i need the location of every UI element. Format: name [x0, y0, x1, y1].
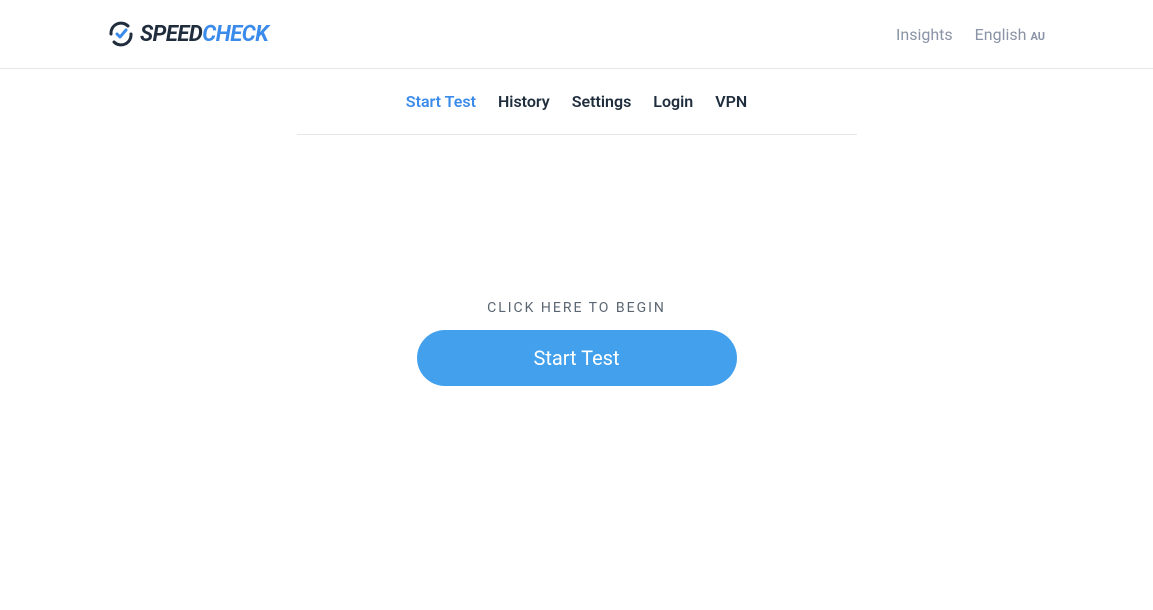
top-header: SPEEDCHECK Insights English AU — [0, 0, 1153, 69]
language-selector[interactable]: English AU — [975, 25, 1045, 44]
logo[interactable]: SPEEDCHECK — [108, 21, 268, 47]
speedcheck-logo-icon — [108, 21, 134, 47]
logo-text-check: CHECK — [202, 22, 268, 47]
begin-prompt: CLICK HERE TO BEGIN — [297, 300, 857, 316]
language-label: English — [975, 25, 1027, 44]
sub-nav: Start Test History Settings Login VPN — [297, 69, 857, 135]
main-area: CLICK HERE TO BEGIN Start Test — [297, 135, 857, 386]
tab-vpn[interactable]: VPN — [715, 92, 747, 111]
tab-history[interactable]: History — [498, 92, 550, 111]
logo-text-speed: SPEED — [140, 22, 202, 47]
header-right: Insights English AU — [896, 25, 1045, 44]
logo-text: SPEEDCHECK — [140, 22, 268, 47]
start-test-button[interactable]: Start Test — [417, 330, 737, 386]
language-region: AU — [1030, 30, 1045, 43]
tab-settings[interactable]: Settings — [572, 92, 632, 111]
content-wrap: Start Test History Settings Login VPN CL… — [297, 69, 857, 386]
tab-start-test[interactable]: Start Test — [406, 92, 476, 111]
insights-link[interactable]: Insights — [896, 25, 953, 44]
tab-login[interactable]: Login — [653, 92, 693, 111]
